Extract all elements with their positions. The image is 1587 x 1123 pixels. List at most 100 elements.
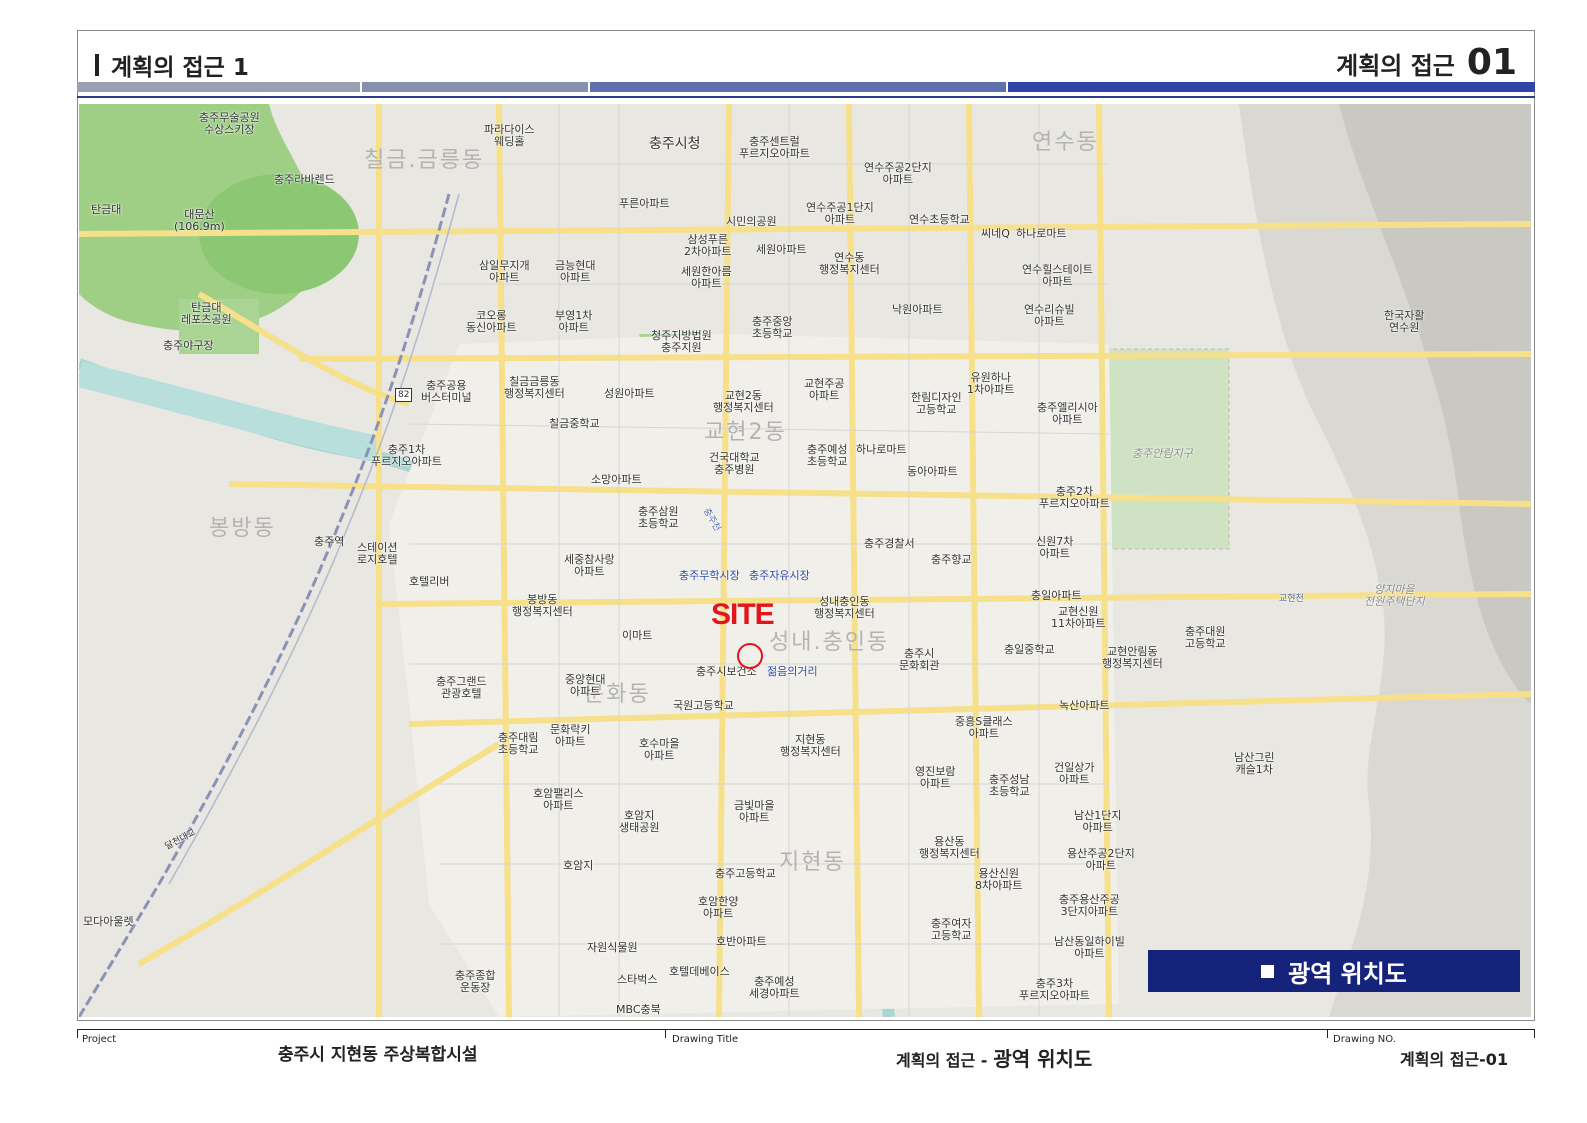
map-place-label: MBC충북 bbox=[616, 1003, 661, 1016]
map-place-label: 문화락키 아파트 bbox=[550, 723, 591, 748]
map-place-label: 청주지방법원 충주지원 bbox=[651, 329, 712, 354]
page-number: 01 bbox=[1466, 42, 1517, 83]
site-label: SITE bbox=[711, 598, 775, 631]
map-place-label: 하나로마트 bbox=[1016, 227, 1067, 240]
map-place-label: 충주자유시장 bbox=[749, 569, 810, 582]
map-place-label: 충주삼원 초등학교 bbox=[638, 505, 679, 530]
map-place-label: 용산동 행정복지센터 bbox=[919, 835, 980, 860]
map-place-label: 영진보람 아파트 bbox=[915, 765, 956, 790]
map-place-label: 연수주공2단지 아파트 bbox=[864, 161, 932, 186]
map-place-label: 충주안림지구 bbox=[1132, 447, 1193, 460]
map-place-label: 건국대학교 충주병원 bbox=[709, 451, 760, 476]
map-place-label: 용산신원 8차아파트 bbox=[975, 867, 1023, 892]
map-place-label: 호암팰리스 아파트 bbox=[533, 787, 584, 812]
legend-square-icon bbox=[1261, 964, 1275, 978]
map-place-label: 충주엘리시아 아파트 bbox=[1037, 401, 1098, 426]
titleblock-divider bbox=[1327, 1029, 1328, 1038]
map-place-label: 스타벅스 bbox=[617, 973, 658, 986]
map-place-label: 삼성푸른 2차아파트 bbox=[684, 233, 732, 258]
map-place-label: 호수마을 아파트 bbox=[639, 737, 680, 762]
map-place-label: 씨네Q bbox=[981, 227, 1010, 240]
map-place-label: 세원아파트 bbox=[756, 243, 807, 256]
map-route-shield: 82 bbox=[395, 388, 413, 402]
district-label: 교현2동 bbox=[704, 420, 787, 445]
map-place-label: 충주공용 버스터미널 bbox=[421, 379, 472, 404]
map-place-label: 국원고등학교 bbox=[673, 699, 734, 712]
map-place-label: 교현천 bbox=[1279, 594, 1304, 604]
map-place-label: 낙원아파트 bbox=[892, 303, 943, 316]
map-place-label: 탄금대 레포츠공원 bbox=[181, 301, 232, 326]
site-marker bbox=[737, 643, 763, 669]
district-label: 연수동 bbox=[1032, 130, 1099, 155]
map-place-label: 충주시 문화회관 bbox=[899, 647, 940, 672]
map-place-label: 중앙현대 아파트 bbox=[565, 673, 606, 698]
map-place-label: 충주야구장 bbox=[163, 339, 214, 352]
map-place-label: 연수주공1단지 아파트 bbox=[806, 201, 874, 226]
map-place-label: 세원한아름 아파트 bbox=[681, 265, 732, 290]
map-place-label: 남산1단지 아파트 bbox=[1074, 809, 1122, 834]
drawing-no-caption: Drawing NO. bbox=[1333, 1034, 1396, 1045]
map-place-label: 소망아파트 bbox=[591, 473, 642, 486]
map-place-label: 남산그린 캐슬1차 bbox=[1234, 751, 1275, 776]
map-place-label: 이마트 bbox=[622, 629, 653, 642]
map-place-label: 충주여자 고등학교 bbox=[931, 917, 972, 942]
map-place-label: 모다아울렛 bbox=[83, 915, 134, 928]
map-place-label: 충주예성 초등학교 bbox=[807, 443, 848, 468]
map-place-label: 성원아파트 bbox=[604, 387, 655, 400]
map-place-label: 교현안림동 행정복지센터 bbox=[1102, 645, 1163, 670]
district-label: 지현동 bbox=[779, 850, 846, 875]
map-place-label: 충주대림 초등학교 bbox=[498, 731, 539, 756]
map-place-label: 동아아파트 bbox=[907, 465, 958, 478]
map-place-label: 충주무술공원 수상스키장 bbox=[199, 111, 260, 136]
map-base bbox=[79, 104, 1531, 1017]
map-place-label: 부영1차 아파트 bbox=[555, 309, 593, 334]
header-rule bbox=[77, 96, 1535, 98]
section-title-text: 계획의 접근 1 bbox=[111, 55, 249, 81]
map-place-label: 호암지 생태공원 bbox=[619, 809, 660, 834]
project-name: 충주시 지현동 주상복합시설 bbox=[278, 1045, 478, 1065]
map-place-label: 충주대원 고등학교 bbox=[1185, 625, 1226, 650]
map-place-label: 한림디자인 고등학교 bbox=[911, 391, 962, 416]
map-place-label: 충주시청 bbox=[649, 136, 701, 152]
map-place-label: 녹산아파트 bbox=[1059, 699, 1110, 712]
header-stripe-3 bbox=[590, 82, 1006, 92]
map-place-label: 칠금금릉동 행정복지센터 bbox=[504, 375, 565, 400]
map-place-label: 연수초등학교 bbox=[909, 213, 970, 226]
map-place-label: 성내충인동 행정복지센터 bbox=[814, 595, 875, 620]
map-place-label: 푸른아파트 bbox=[619, 197, 670, 210]
map-place-label: 충주경찰서 bbox=[864, 537, 915, 550]
map-place-label: 중흥S클래스 아파트 bbox=[955, 715, 1013, 740]
map-place-label: 지현동 행정복지센터 bbox=[780, 733, 841, 758]
map-place-label: 대문산 (106.9m) bbox=[174, 208, 225, 233]
map-place-label: 충주예성 세경아파트 bbox=[749, 975, 800, 1000]
drawing-title-prefix: 계획의 접근 - bbox=[896, 1051, 988, 1070]
header-stripe-4 bbox=[1008, 82, 1535, 92]
map-place-label: 충주향교 bbox=[931, 553, 972, 566]
map-place-label: 충주센트럴 푸르지오아파트 bbox=[739, 135, 810, 160]
map-place-label: 충주역 bbox=[314, 535, 345, 548]
titleblock-rule bbox=[77, 1029, 1535, 1030]
map-place-label: 자원식물원 bbox=[587, 941, 638, 954]
map-place-label: 충주2차 푸르지오아파트 bbox=[1039, 485, 1110, 510]
map-place-label: 충주라바렌드 bbox=[274, 173, 335, 186]
map-place-label: 유원하나 1차아파트 bbox=[967, 371, 1015, 396]
map-place-label: 신원7차 아파트 bbox=[1036, 535, 1074, 560]
map-place-label: 세중참사랑 아파트 bbox=[564, 553, 615, 578]
regional-location-map: 칠금.금릉동 연수동 교현2동 봉방동 성내.충인동 지현동 문화동 충주무술공… bbox=[79, 104, 1531, 1017]
map-place-label: 충주그랜드 관광호텔 bbox=[436, 675, 487, 700]
map-place-label: 충일아파트 bbox=[1031, 589, 1082, 602]
map-place-label: 충주중앙 초등학교 bbox=[752, 315, 793, 340]
drawing-number: 계획의 접근-01 bbox=[1400, 1050, 1509, 1069]
section-title: 계획의 접근 1 bbox=[95, 48, 249, 82]
title-marker bbox=[95, 54, 99, 76]
map-place-label: 충주성남 초등학교 bbox=[989, 773, 1030, 798]
map-place-label: 용산주공2단지 아파트 bbox=[1067, 847, 1135, 872]
map-place-label: 하나로마트 bbox=[856, 443, 907, 456]
map-place-label: 코오롱 동신아파트 bbox=[466, 309, 517, 334]
district-label: 성내.충인동 bbox=[769, 630, 890, 655]
drawing-title-caption: Drawing Title bbox=[672, 1034, 739, 1045]
header-stripe-1 bbox=[77, 82, 360, 92]
map-place-label: 남산동일하이빌 아파트 bbox=[1054, 935, 1125, 960]
map-place-label: 금능현대 아파트 bbox=[555, 259, 596, 284]
map-place-label: 파라다이스 웨딩홀 bbox=[484, 123, 535, 148]
